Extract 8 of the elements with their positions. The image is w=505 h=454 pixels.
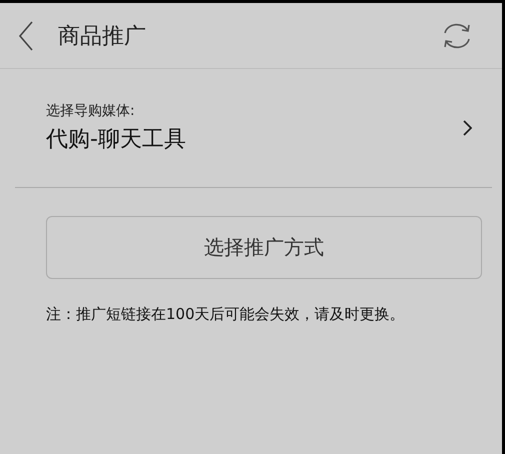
media-label: 选择导购媒体:: [46, 102, 136, 120]
back-icon[interactable]: [18, 20, 34, 50]
select-promotion-button[interactable]: 选择推广方式: [46, 216, 482, 279]
note-text: 注：推广短链接在100天后可能会失效，请及时更换。: [46, 305, 406, 324]
chevron-right-icon: [463, 120, 472, 136]
page-title: 商品推广: [58, 22, 147, 50]
media-selector[interactable]: 选择导购媒体: 代购-聊天工具: [0, 69, 502, 159]
media-value: 代购-聊天工具: [46, 126, 187, 154]
